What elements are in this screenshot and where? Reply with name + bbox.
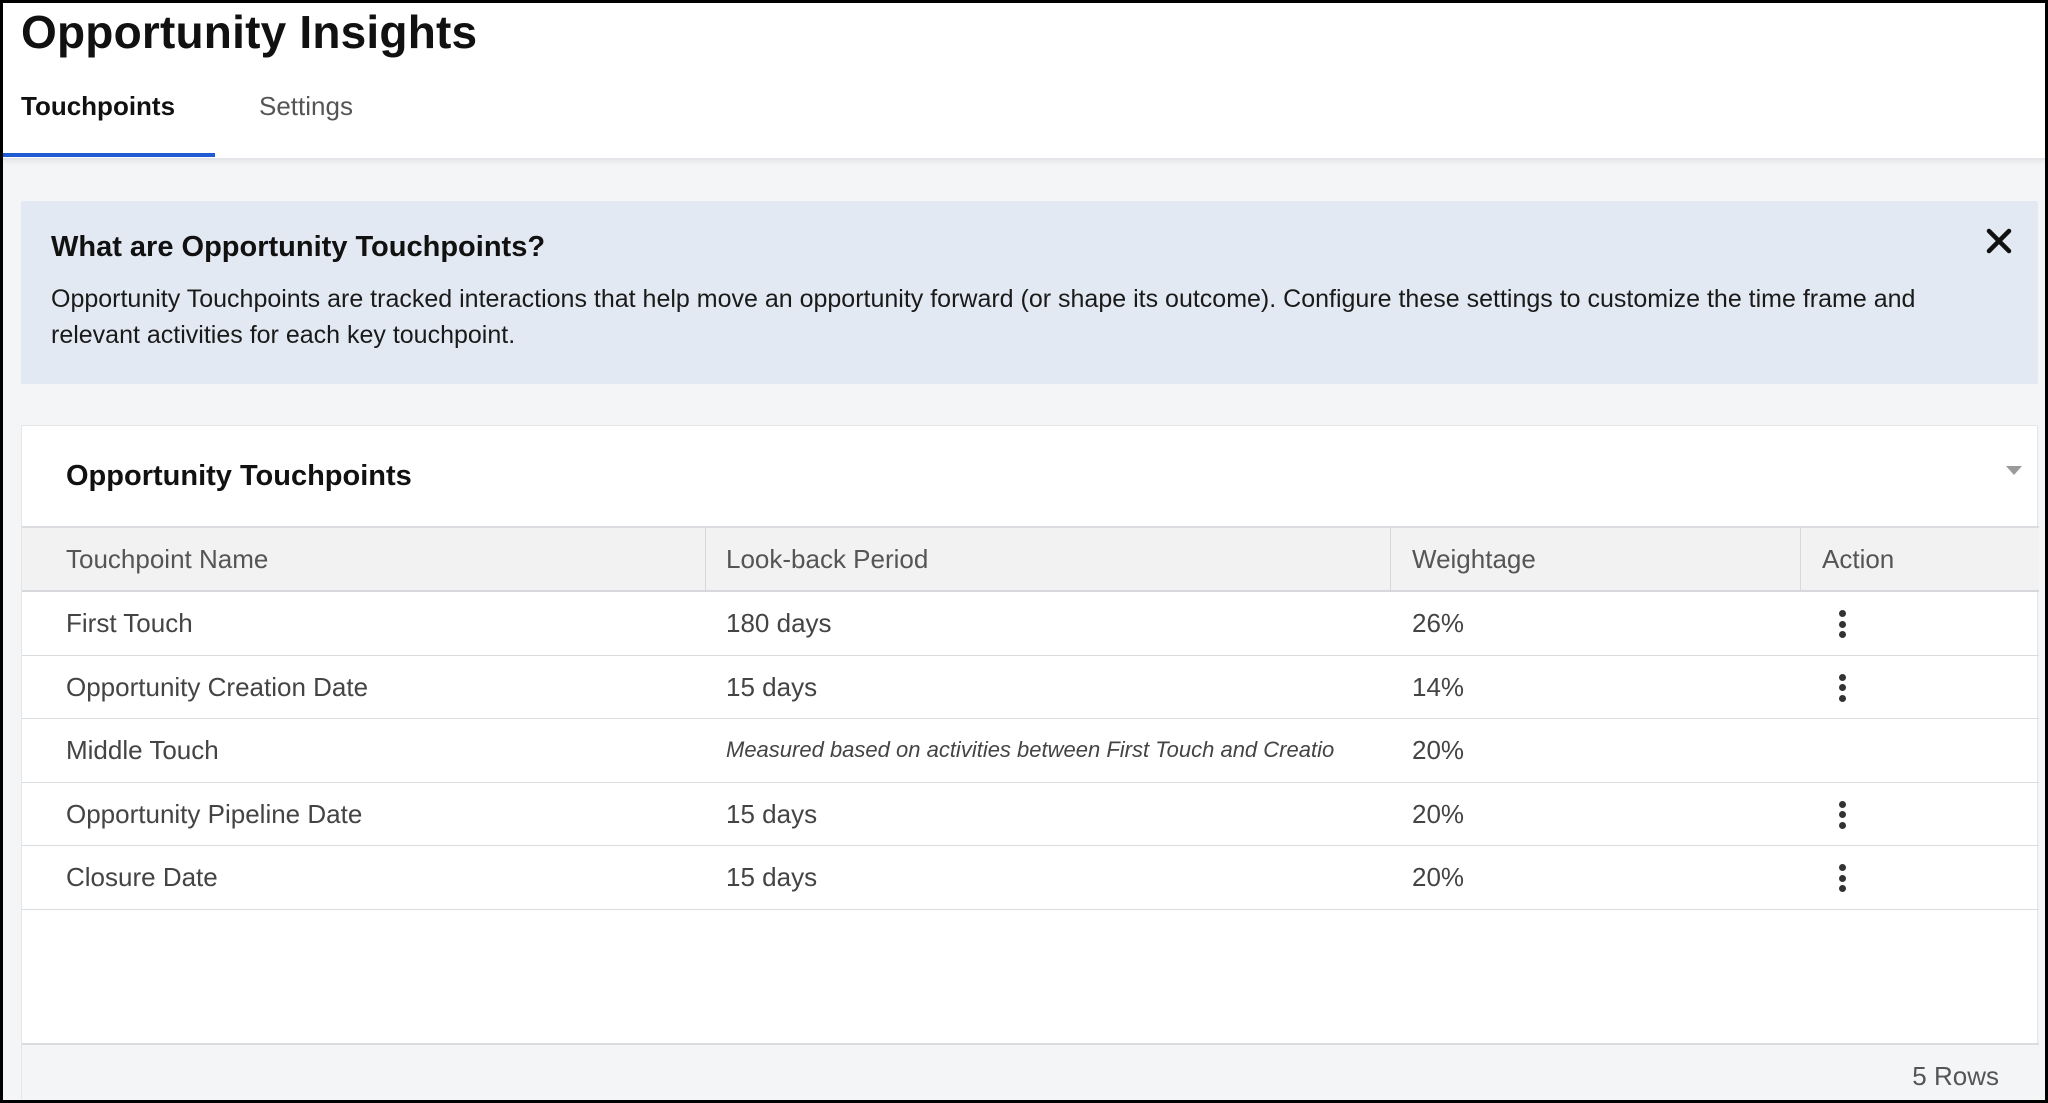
column-divider [705, 528, 706, 590]
table-row: Opportunity Creation Date 15 days 14% [22, 656, 2039, 719]
table-header: Touchpoint Name Look-back Period Weighta… [22, 526, 2039, 592]
tab-settings[interactable]: Settings [259, 91, 409, 157]
tab-touchpoints[interactable]: Touchpoints [3, 91, 215, 157]
cell-look-back-period: 15 days [726, 671, 818, 702]
collapse-chevron-icon[interactable] [2006, 466, 2022, 475]
cell-weightage: 20% [1412, 862, 1465, 892]
row-actions-kebab-icon[interactable] [1828, 608, 1856, 640]
row-actions-kebab-icon[interactable] [1828, 672, 1856, 704]
cell-look-back-period: 15 days [726, 862, 818, 892]
page-header: Opportunity Insights Touchpoints Setting… [3, 3, 2045, 160]
info-banner-body: Opportunity Touchpoints are tracked inte… [51, 285, 1916, 349]
table-row: Closure Date 15 days 20% [22, 846, 2039, 910]
row-actions-kebab-icon[interactable] [1828, 862, 1856, 894]
column-header-touchpoint-name[interactable]: Touchpoint Name [66, 528, 268, 590]
cell-weightage: 20% [1412, 735, 1465, 765]
info-banner: What are Opportunity Touchpoints? Opport… [21, 201, 2038, 384]
touchpoints-table: Touchpoint Name Look-back Period Weighta… [22, 526, 2039, 910]
column-header-action[interactable]: Action [1822, 528, 1894, 590]
cell-look-back-period: Measured based on activities between Fir… [726, 737, 1335, 762]
cell-touchpoint-name: Opportunity Creation Date [66, 671, 369, 702]
cell-weightage: 26% [1412, 608, 1465, 638]
cell-touchpoint-name: First Touch [66, 608, 193, 638]
table-footer: 5 Rows [22, 1043, 2039, 1100]
column-divider [1390, 528, 1391, 590]
cell-touchpoint-name: Opportunity Pipeline Date [66, 798, 363, 829]
row-actions-kebab-icon[interactable] [1828, 799, 1856, 831]
row-count: 5 Rows [1912, 1061, 1999, 1091]
column-header-weightage[interactable]: Weightage [1412, 528, 1536, 590]
column-divider [1800, 528, 1801, 590]
cell-look-back-period: 180 days [726, 608, 832, 638]
page-title: Opportunity Insights [21, 6, 478, 58]
close-banner-button[interactable] [1981, 223, 2017, 259]
cell-touchpoint-name: Middle Touch [66, 735, 219, 765]
cell-weightage: 20% [1412, 798, 1465, 829]
close-icon [1986, 228, 2012, 254]
column-header-look-back-period[interactable]: Look-back Period [726, 528, 928, 590]
cell-look-back-period: 15 days [726, 798, 818, 829]
table-row: First Touch 180 days 26% [22, 592, 2039, 656]
cell-weightage: 14% [1412, 671, 1465, 702]
app-frame: Opportunity Insights Touchpoints Setting… [0, 0, 2048, 1103]
card-title: Opportunity Touchpoints [66, 460, 412, 492]
cell-touchpoint-name: Closure Date [66, 862, 218, 892]
touchpoints-card: Opportunity Touchpoints Touchpoint Name … [21, 425, 2039, 1100]
table-row: Opportunity Pipeline Date 15 days 20% [22, 783, 2039, 846]
info-banner-title: What are Opportunity Touchpoints? [51, 231, 546, 263]
table-row: Middle Touch Measured based on activitie… [22, 719, 2039, 783]
